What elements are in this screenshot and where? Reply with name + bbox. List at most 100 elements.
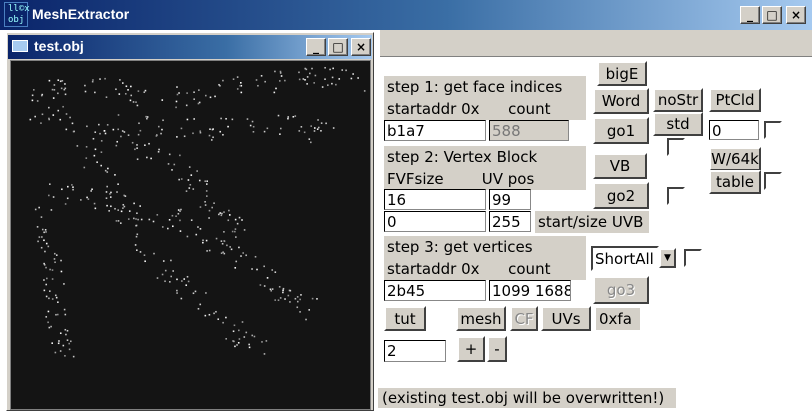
point-cloud-dot [296, 300, 299, 303]
step3-startaddr-input[interactable]: 2b45 [384, 280, 486, 301]
point-cloud-dot [335, 83, 337, 86]
point-cloud-dot [230, 248, 233, 251]
tut-value-input[interactable]: 2 [384, 340, 446, 362]
point-cloud-dot [232, 330, 235, 333]
point-cloud-dot [53, 89, 56, 91]
point-cloud-dot [274, 299, 277, 301]
point-cloud-viewport[interactable] [10, 60, 371, 410]
point-cloud-dot [143, 91, 146, 94]
uvpos-input[interactable]: 99 [489, 189, 531, 210]
format-checkbox[interactable] [684, 249, 702, 267]
point-cloud-dot [234, 267, 237, 269]
point-cloud-dot [190, 174, 193, 176]
point-cloud-dot [38, 236, 41, 238]
child-close-button[interactable]: × [351, 38, 371, 56]
point-cloud-dot [115, 88, 117, 91]
point-cloud-dot [187, 179, 190, 181]
point-cloud-dot [127, 89, 129, 91]
point-cloud-dot [48, 194, 50, 197]
point-cloud-dot [178, 92, 180, 94]
step1-count-input[interactable]: 588 [489, 120, 569, 141]
point-cloud-dot [208, 313, 211, 316]
point-cloud-dot [60, 87, 63, 90]
tut-button[interactable]: tut [384, 306, 426, 331]
cf-button[interactable]: CF [510, 306, 538, 331]
point-cloud-dot [282, 291, 284, 294]
uvs-button[interactable]: UVs [541, 306, 591, 331]
step1-startaddr-input[interactable]: b1a7 [384, 120, 486, 141]
point-cloud-dot [139, 205, 141, 207]
point-cloud-dot [105, 191, 108, 193]
point-cloud-dot [329, 68, 331, 71]
point-cloud-dot [313, 82, 315, 84]
point-cloud-dot [34, 208, 37, 211]
format-select[interactable]: ShortAll [591, 246, 659, 271]
point-cloud-dot [180, 127, 183, 130]
uvb-start-input[interactable]: 0 [384, 211, 486, 232]
point-cloud-dot [208, 134, 211, 137]
point-cloud-dot [260, 75, 263, 77]
point-cloud-dot [60, 270, 63, 273]
point-cloud-dot [110, 191, 112, 194]
point-cloud-dot [80, 199, 82, 201]
point-cloud-dot [114, 207, 116, 210]
w64k-button[interactable]: W/64k [709, 147, 761, 171]
point-cloud-dot [123, 131, 126, 133]
std-checkbox[interactable] [667, 138, 685, 156]
maximize-button[interactable]: □ [762, 6, 782, 24]
point-cloud-dot [36, 226, 39, 228]
ptcld-value-input[interactable]: 0 [709, 120, 759, 140]
child-maximize-button[interactable]: □ [328, 38, 348, 56]
ptcld-button[interactable]: PtCld [709, 88, 761, 112]
table-button[interactable]: table [709, 170, 761, 194]
point-cloud-dot [61, 79, 64, 82]
minus-button[interactable]: - [487, 336, 507, 362]
point-cloud-dot [176, 289, 178, 292]
point-cloud-dot [220, 240, 223, 242]
go3-button[interactable]: go3 [593, 276, 649, 304]
close-button[interactable]: × [786, 6, 806, 24]
mesh-button[interactable]: mesh [456, 306, 506, 331]
nostr-button[interactable]: noStr [653, 88, 703, 112]
point-cloud-dot [52, 114, 55, 116]
plus-button[interactable]: + [457, 336, 485, 362]
point-cloud-dot [41, 93, 44, 96]
go2-button[interactable]: go2 [593, 182, 649, 209]
chevron-down-icon[interactable]: ▼ [659, 248, 676, 268]
point-cloud-dot [277, 299, 280, 302]
ptcld-checkbox[interactable] [764, 121, 782, 139]
std-button[interactable]: std [653, 112, 703, 136]
uvb-size-input[interactable]: 255 [489, 211, 531, 232]
vb-button[interactable]: VB [593, 153, 647, 179]
go1-button[interactable]: go1 [593, 117, 649, 144]
child-minimize-button[interactable]: _ [306, 38, 326, 56]
point-cloud-dot [236, 76, 239, 78]
point-cloud-dot [144, 89, 147, 92]
point-cloud-dot [47, 310, 50, 313]
point-cloud-dot [71, 184, 73, 186]
fvfsize-input[interactable]: 16 [384, 189, 486, 210]
step3-count-input[interactable]: 1099 1688 [489, 280, 571, 301]
point-cloud-dot [146, 116, 149, 118]
bigE-button[interactable]: bigE [597, 61, 647, 86]
point-cloud-dot [55, 254, 58, 256]
word-button[interactable]: Word [593, 88, 649, 114]
table-checkbox[interactable] [764, 172, 782, 190]
point-cloud-dot [205, 292, 207, 294]
minimize-button[interactable]: _ [740, 6, 760, 24]
app-logo-icon: ll©x obj [4, 2, 30, 27]
point-cloud-dot [45, 316, 48, 318]
go2-checkbox[interactable] [667, 187, 685, 205]
point-cloud-dot [172, 270, 174, 272]
point-cloud-dot [127, 218, 130, 220]
point-cloud-dot [248, 346, 251, 349]
point-cloud-dot [236, 222, 239, 225]
point-cloud-dot [64, 203, 67, 205]
point-cloud-dot [280, 75, 283, 77]
point-cloud-dot [85, 157, 88, 159]
point-cloud-dot [251, 334, 254, 337]
point-cloud-dot [121, 82, 124, 84]
minimize-icon: _ [313, 40, 319, 54]
point-cloud-dot [352, 73, 354, 75]
point-cloud-dot [158, 148, 160, 151]
